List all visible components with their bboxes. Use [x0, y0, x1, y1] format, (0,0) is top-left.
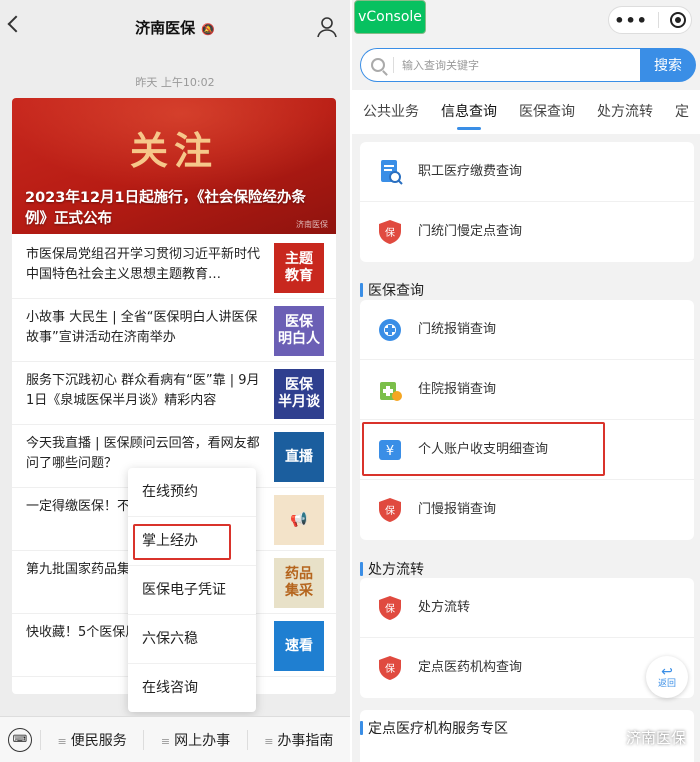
highlight-box-mobile-service — [133, 524, 231, 560]
item-outpatient-reimburse[interactable]: 门统报销查询 — [360, 300, 694, 360]
item-designated-institution[interactable]: 保 定点医药机构查询 — [360, 638, 694, 698]
search-bar: 输入查询关键字 搜索 — [360, 48, 696, 82]
chat-title-text: 济南医保 — [135, 19, 196, 37]
news-thumbnail: 主题 教育 — [274, 243, 324, 293]
news-thumbnail: 医保 明白人 — [274, 306, 324, 356]
news-title: 小故事 大民生 | 全省“医保明白人讲医保故事”宣讲活动在济南举办 — [26, 310, 258, 345]
mini-program-capsule: ••• — [608, 6, 692, 34]
svg-text:保: 保 — [385, 662, 395, 675]
search-icon — [371, 58, 385, 72]
menu-online-affairs[interactable]: ≡ 网上办事 — [143, 729, 246, 750]
item-label: 职工医疗缴费查询 — [418, 164, 523, 179]
menu-convenience[interactable]: ≡ 便民服务 — [40, 729, 143, 750]
news-thumbnail: 速看 — [274, 621, 324, 671]
news-item[interactable]: 市医保局党组召开学习贯彻习近平新时代中国特色社会主义思想主题教育… 主题 教育 — [12, 236, 336, 299]
news-title: 服务下沉践初心 群众看病有“医”靠 | 9月1日《泉城医保半月谈》精彩内容 — [26, 373, 260, 408]
shield-icon: 保 — [379, 498, 401, 522]
menu-list-icon: ≡ — [264, 734, 274, 748]
svg-text:保: 保 — [385, 602, 395, 615]
left-screen: 济南医保 🔕 昨天 上午10:02 关注 2023年12月1日起施行，《社会保险经… — [0, 0, 350, 762]
search-input[interactable]: 输入查询关键字 — [360, 48, 640, 82]
news-thumbnail: 直播 — [274, 432, 324, 482]
item-label: 定点医药机构查询 — [418, 660, 523, 675]
tab-public-business[interactable]: 公共业务 — [352, 90, 430, 134]
item-payment-query[interactable]: 职工医疗缴费查询 — [360, 142, 694, 202]
wechat-icon — [601, 730, 620, 745]
user-icon[interactable] — [316, 16, 338, 38]
panel-info-query: 职工医疗缴费查询 保 门统门慢定点查询 — [360, 142, 694, 262]
popup-item-e-certificate[interactable]: 医保电子凭证 — [128, 566, 256, 615]
news-thumbnail: 📢 — [274, 495, 324, 545]
watermark-text: 济南医保 — [625, 729, 686, 747]
menu-list-icon: ≡ — [160, 734, 171, 748]
news-item[interactable]: 小故事 大民生 | 全省“医保明白人讲医保故事”宣讲活动在济南举办 医保 明白人 — [12, 299, 336, 362]
right-screen: vConsole ••• 输入查询关键字 搜索 公共业务 信息查询 医保查询 处… — [352, 0, 700, 762]
item-prescription-flow[interactable]: 保 处方流转 — [360, 578, 694, 638]
chat-header: 济南医保 🔕 — [0, 0, 350, 56]
menu-guide[interactable]: ≡ 办事指南 — [246, 729, 350, 750]
popup-item-six-guarantees[interactable]: 六保六稳 — [128, 615, 256, 664]
item-hospital-reimburse[interactable]: 住院报销查询 — [360, 360, 694, 420]
back-button[interactable]: ↩ 返回 — [646, 656, 688, 698]
item-outpatient-point-query[interactable]: 保 门统门慢定点查询 — [360, 202, 694, 262]
vconsole-button[interactable]: vConsole — [354, 0, 426, 34]
tab-info-query[interactable]: 信息查询 — [430, 90, 508, 134]
news-item[interactable]: 服务下沉践初心 群众看病有“医”靠 | 9月1日《泉城医保半月谈》精彩内容 医保 … — [12, 362, 336, 425]
mute-icon: 🔕 — [201, 23, 215, 36]
news-thumbnail: 药品 集采 — [274, 558, 324, 608]
search-placeholder: 输入查询关键字 — [393, 57, 479, 73]
shield-icon: 保 — [379, 596, 401, 620]
menu-popup: 在线预约 掌上经办 医保电子凭证 六保六稳 在线咨询 — [128, 468, 256, 712]
close-target-icon[interactable] — [669, 12, 686, 28]
more-icon[interactable]: ••• — [614, 11, 648, 30]
menu-guide-label: 办事指南 — [277, 732, 334, 749]
item-label: 处方流转 — [418, 600, 471, 615]
watermark: 济南医保 — [601, 727, 686, 748]
item-chronic-reimburse[interactable]: 保 门慢报销查询 — [360, 480, 694, 540]
reimburse-icon — [379, 319, 401, 341]
highlight-box-account-detail — [362, 422, 605, 476]
menu-online-affairs-label: 网上办事 — [174, 732, 231, 749]
svg-text:保: 保 — [385, 504, 395, 517]
chat-title: 济南医保 🔕 — [0, 17, 350, 38]
tab-insurance-query[interactable]: 医保查询 — [508, 90, 586, 134]
shield-icon: 保 — [379, 220, 401, 244]
svg-text:保: 保 — [385, 226, 395, 239]
banner-caption: 2023年12月1日起施行，《社会保险经办条例》正式公布 — [25, 190, 306, 227]
menu-list-icon: ≡ — [57, 734, 67, 748]
tab-prescription[interactable]: 处方流转 — [586, 90, 664, 134]
item-label: 门统报销查询 — [418, 322, 497, 337]
item-label: 住院报销查询 — [418, 382, 497, 397]
hospital-icon — [380, 382, 402, 401]
back-label: 返回 — [657, 678, 676, 689]
search-button[interactable]: 搜索 — [640, 48, 696, 82]
bottom-menu-bar: ⌨ ≡ 便民服务 ≡ 网上办事 ≡ 办事指南 — [0, 716, 350, 762]
popup-item-online-booking[interactable]: 在线预约 — [128, 468, 256, 517]
item-label: 门慢报销查询 — [418, 502, 497, 517]
panel-prescription: 保 处方流转 保 定点医药机构查询 — [360, 578, 694, 698]
message-time: 昨天 上午10:02 — [135, 76, 215, 89]
keyboard-icon[interactable]: ⌨ — [8, 727, 32, 752]
banner-headline: 关注 — [129, 128, 218, 173]
capsule-separator — [658, 12, 660, 28]
category-tabs: 公共业务 信息查询 医保查询 处方流转 定 — [352, 90, 700, 134]
tab-designated[interactable]: 定 — [664, 90, 700, 134]
article-banner[interactable]: 关注 2023年12月1日起施行，《社会保险经办条例》正式公布 济南医保 — [12, 98, 336, 234]
panel-insurance-query: 门统报销查询 住院报销查询 ¥ 个人账户收支明细查询 保 门慢报销查询 — [360, 300, 694, 540]
section-title-prescription: 处方流转 — [360, 559, 424, 579]
popup-item-online-consult[interactable]: 在线咨询 — [128, 664, 256, 713]
section-title-designated: 定点医疗机构服务专区 — [360, 718, 508, 738]
section-title-insurance: 医保查询 — [360, 280, 424, 300]
menu-convenience-label: 便民服务 — [70, 732, 127, 749]
news-title: 市医保局党组召开学习贯彻习近平新时代中国特色社会主义思想主题教育… — [26, 247, 261, 282]
item-label: 门统门慢定点查询 — [418, 224, 523, 239]
shield-icon: 保 — [379, 656, 401, 680]
document-search-icon — [381, 160, 403, 185]
return-icon: ↩ — [661, 663, 673, 680]
news-thumbnail: 医保 半月谈 — [274, 369, 324, 419]
banner-watermark: 济南医保 — [296, 220, 328, 229]
